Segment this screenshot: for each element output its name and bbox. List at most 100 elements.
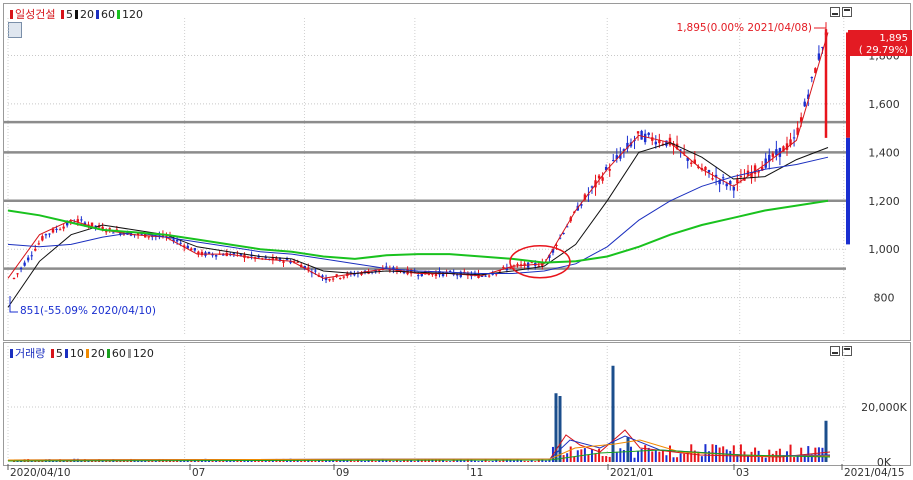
volume-bar: [764, 457, 767, 462]
volume-bar: [413, 460, 416, 462]
candle-body: [353, 274, 356, 276]
volume-bar: [700, 456, 703, 462]
candle-body: [147, 236, 150, 238]
candle-body: [753, 165, 757, 174]
volume-bar: [629, 446, 632, 462]
candle-body: [484, 275, 487, 277]
volume-bar: [690, 444, 693, 462]
volume-bar: [647, 447, 650, 462]
price-ytick-label: 1,000: [868, 243, 900, 256]
candle-body: [112, 232, 115, 234]
volume-bars: [13, 365, 828, 462]
candle-body: [721, 177, 725, 179]
candle-body: [16, 273, 19, 275]
candle-body: [601, 177, 604, 181]
volume-bar: [310, 460, 313, 462]
candle-body: [41, 236, 44, 241]
candle-body: [108, 228, 111, 230]
volume-ytick-label: 20,000K: [861, 401, 907, 414]
x-tick-label: 2021/01: [610, 467, 654, 479]
candle-body: [707, 170, 711, 173]
candle-body: [417, 275, 420, 277]
volume-ma-line: [7, 435, 831, 461]
volume-bar: [392, 461, 395, 462]
volume-bar: [569, 446, 572, 462]
volume-bar: [771, 453, 774, 462]
candle-body: [296, 261, 299, 263]
volume-bar: [718, 447, 721, 462]
price-grid: [7, 18, 846, 334]
volume-bar: [658, 451, 661, 462]
volume-bar: [364, 460, 367, 462]
x-tick-label: 2021/04/15: [844, 467, 905, 479]
candle-body: [232, 253, 236, 255]
volume-bar: [754, 447, 757, 462]
volume-bar: [637, 451, 640, 462]
candle-body: [30, 255, 33, 257]
candle-body: [193, 248, 197, 251]
volume-bar: [590, 449, 593, 462]
volume-bar: [473, 460, 476, 462]
volume-bar: [605, 456, 608, 462]
volume-bar: [601, 455, 604, 462]
candle-body: [307, 267, 310, 269]
price-y-axis: 8001,0001,2001,4001,6001,800: [868, 49, 900, 304]
max-annotation: 1,895(0.00% 2021/04/08): [677, 22, 812, 34]
volume-bar: [360, 460, 363, 462]
candle-body: [342, 276, 345, 278]
volume-bar: [523, 460, 526, 462]
candle-body: [44, 234, 48, 236]
volume-bar: [668, 445, 671, 462]
volume-bar: [633, 457, 636, 462]
volume-bar: [300, 460, 303, 462]
candle-body: [487, 275, 491, 277]
candle-body: [385, 266, 388, 268]
candle-body: [530, 262, 533, 264]
volume-bar: [232, 461, 235, 462]
volume-bar: [481, 460, 484, 462]
price-ytick-label: 1,400: [868, 146, 900, 159]
candle-body: [456, 274, 459, 276]
candle-body: [179, 242, 182, 244]
volume-bar: [661, 450, 664, 462]
volume-ma-line: [7, 429, 831, 461]
candle-body: [23, 262, 26, 266]
price-support-lines: [4, 120, 846, 270]
volume-bar: [651, 451, 654, 462]
volume-bar: [608, 456, 611, 462]
candle-body: [51, 229, 55, 233]
volume-bar: [314, 460, 317, 462]
candle-body: [90, 222, 94, 227]
candle-body: [200, 251, 204, 256]
volume-bar: [672, 457, 675, 462]
x-tick-label: 03: [736, 467, 749, 479]
range-bar-up: [846, 32, 850, 138]
volume-bar: [615, 451, 618, 462]
candle-body: [597, 175, 601, 179]
volume-bar: [683, 453, 686, 462]
min-annotation: 851(-55.09% 2020/04/10): [20, 305, 156, 317]
candle-body: [668, 137, 672, 146]
volume-bar: [587, 454, 590, 462]
volume-bar: [654, 450, 657, 462]
candle-body: [207, 251, 211, 254]
volume-bar: [573, 456, 576, 462]
volume-bar: [463, 460, 466, 462]
volume-bar: [793, 457, 796, 462]
volume-bar: [491, 460, 494, 462]
candle-body: [328, 279, 331, 281]
price-ytick-label: 1,200: [868, 195, 900, 208]
candle-body: [175, 240, 179, 242]
volume-y-axis: 0K20,000K: [861, 401, 907, 469]
volume-bar: [286, 460, 289, 462]
candle-body: [264, 257, 267, 259]
volume-bar: [732, 445, 735, 462]
volume-bar: [498, 460, 501, 462]
candle-body: [502, 266, 505, 268]
volume-bar: [739, 444, 742, 462]
volume-bar: [750, 451, 753, 462]
volume-bar: [243, 460, 246, 462]
candle-body: [282, 261, 285, 263]
volume-bar: [619, 448, 622, 462]
price-ytick-label: 1,600: [868, 98, 900, 111]
